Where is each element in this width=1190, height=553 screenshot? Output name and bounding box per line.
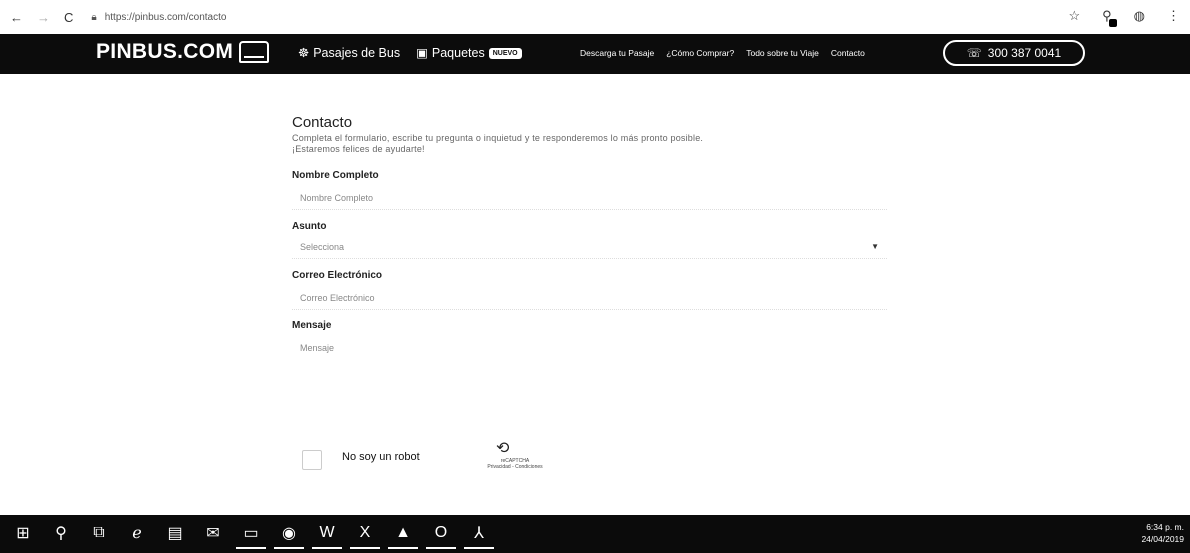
nav-paquetes-label: Paquetes xyxy=(431,46,485,60)
email-field[interactable]: Correo Electrónico xyxy=(292,286,887,310)
reload-icon[interactable]: C xyxy=(64,10,73,25)
excel-icon[interactable]: X xyxy=(350,519,380,549)
chrome-icon[interactable]: ◉ xyxy=(274,519,304,549)
menu-dots-icon[interactable]: ⋮ xyxy=(1167,8,1180,24)
url-text: https://pinbus.com/contacto xyxy=(104,11,227,23)
message-textarea[interactable]: Mensaje xyxy=(292,336,887,420)
phone-number: 300 387 0041 xyxy=(987,46,1062,60)
logo-text: PINBUS.COM xyxy=(96,40,234,63)
contact-form: Contacto Completa el formulario, escribe… xyxy=(292,114,892,353)
subject-label: Asunto xyxy=(292,221,327,232)
phone-icon: ☏ xyxy=(966,46,982,60)
recaptcha-branding: reCAPTCHA Privacidad - Condiciones xyxy=(470,458,560,470)
intro-line-1: Completa el formulario, escribe tu pregu… xyxy=(292,133,704,143)
bookmark-star-icon[interactable]: ☆ xyxy=(1068,8,1080,24)
bus-logo-icon xyxy=(239,41,270,63)
nav-todo-viaje[interactable]: Todo sobre tu Viaje xyxy=(746,48,819,58)
nav-como-comprar[interactable]: ¿Cómo Comprar? xyxy=(666,48,734,58)
site-logo[interactable]: PINBUS.COM xyxy=(96,40,270,64)
extension-icon[interactable]: ⚲ xyxy=(1102,8,1117,27)
briefcase-icon: ▣ xyxy=(416,46,428,60)
recaptcha-logo-icon: ⟲ xyxy=(496,440,510,457)
store-icon[interactable]: ▤ xyxy=(160,519,190,549)
recaptcha-terms[interactable]: Privacidad - Condiciones xyxy=(470,464,560,470)
subject-value: Selecciona xyxy=(300,242,345,252)
nav-paquetes[interactable]: ▣ Paquetes NUEVO xyxy=(416,45,522,60)
name-field[interactable]: Nombre Completo xyxy=(292,186,887,210)
intro-line-2: ¡Estaremos felices de ayudarte! xyxy=(292,144,425,154)
clock-date: 24/04/2019 xyxy=(1141,534,1184,544)
task-view-icon[interactable]: ⧉ xyxy=(84,519,114,549)
phone-button[interactable]: ☏ 300 387 0041 xyxy=(943,40,1085,66)
acrobat-icon[interactable]: ⅄ xyxy=(464,519,494,549)
forward-arrow-icon[interactable]: → xyxy=(37,10,50,25)
subject-select[interactable]: Selecciona ▼ xyxy=(292,235,887,259)
nav-descarga[interactable]: Descarga tu Pasaje xyxy=(580,48,654,58)
word-icon[interactable]: W xyxy=(312,519,342,549)
new-badge: NUEVO xyxy=(488,48,522,60)
lock-icon: 🔒︎ xyxy=(91,11,97,23)
nav-pasajes-label: Pasajes de Bus xyxy=(313,46,401,60)
outlook-icon[interactable]: O xyxy=(426,519,456,549)
steering-wheel-icon: ☸ xyxy=(298,46,310,60)
intro-text: Completa el formulario, escribe tu pregu… xyxy=(292,133,892,155)
file-explorer-icon[interactable]: ▭ xyxy=(236,519,266,549)
back-arrow-icon[interactable]: ← xyxy=(10,10,23,25)
site-header: PINBUS.COM ☸ Pasajes de Bus ▣ Paquetes NUEV… xyxy=(0,34,1190,74)
message-label: Mensaje xyxy=(292,320,332,331)
page-title: Contacto xyxy=(292,114,353,131)
nav-contacto[interactable]: Contacto xyxy=(831,48,865,58)
email-label: Correo Electrónico xyxy=(292,270,383,281)
edge-browser-icon[interactable]: ℯ xyxy=(122,519,152,549)
photos-icon[interactable]: ▲ xyxy=(388,519,418,549)
windows-start-icon[interactable]: ⊞ xyxy=(8,519,38,549)
search-icon[interactable]: ⚲ xyxy=(46,519,76,549)
recaptcha-widget: No soy un robot ⟲ reCAPTCHA Privacidad -… xyxy=(300,438,560,488)
name-label: Nombre Completo xyxy=(292,170,379,181)
clock-time: 6:34 p. m. xyxy=(1146,522,1184,532)
taskbar: ⊞ ⚲ ⧉ ℯ ▤ ✉ ▭ ◉ W X ▲ O ⅄ 6:34 p. m. 24/… xyxy=(0,515,1190,553)
chevron-down-icon: ▼ xyxy=(871,242,879,251)
nav-pasajes[interactable]: ☸ Pasajes de Bus xyxy=(298,45,400,60)
address-bar[interactable]: 🔒︎ https://pinbus.com/contacto xyxy=(91,12,226,23)
browser-toolbar: ← → C 🔒︎ https://pinbus.com/contacto ☆ ⚲… xyxy=(0,0,1190,34)
profile-icon[interactable]: ◍ xyxy=(1134,8,1145,24)
recaptcha-label: No soy un robot xyxy=(342,451,420,463)
system-clock[interactable]: 6:34 p. m. 24/04/2019 xyxy=(1141,521,1184,545)
mail-icon[interactable]: ✉ xyxy=(198,519,228,549)
recaptcha-checkbox[interactable] xyxy=(302,450,322,470)
